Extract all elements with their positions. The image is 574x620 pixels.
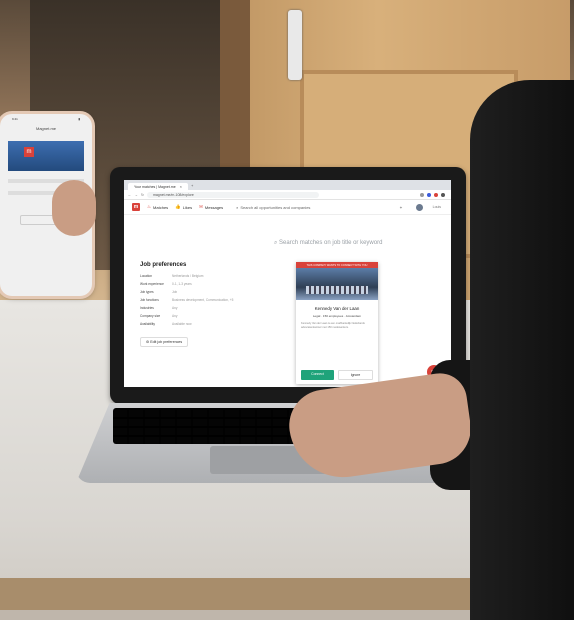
extension-icons: [420, 192, 445, 197]
laptop-screen: Your matches | Magnet.me × + ← → ↻ magne…: [124, 180, 451, 387]
tab-title: Your matches | Magnet.me: [134, 185, 176, 189]
pref-label: Job functions: [140, 298, 159, 302]
pref-value: Job: [172, 290, 178, 294]
edit-preferences-label: Edit job preferences: [150, 340, 183, 344]
company-description: Kennedy Van der Laan is een onafhankelij…: [301, 322, 365, 329]
nav-messages-label: Messages: [204, 204, 224, 210]
browser-tab-bar: Your matches | Magnet.me × +: [124, 180, 451, 190]
flame-icon: ♨: [147, 204, 152, 209]
nav-matches[interactable]: ♨ Matches: [147, 204, 168, 210]
card-actions: Connect Ignore: [301, 370, 373, 380]
pref-value: Business development, Communication, +5: [172, 298, 234, 302]
browser-toolbar: ← → ↻ magnet.me/m-108/explore: [124, 190, 451, 200]
company-match-card: THIS COMPANY WANTS TO CONNECT WITH YOU K…: [296, 262, 378, 384]
hand-holding-phone: [52, 180, 96, 236]
thumbs-up-icon: 👍: [175, 204, 181, 209]
extension-icon[interactable]: [434, 192, 438, 197]
forward-icon[interactable]: →: [135, 193, 139, 197]
pref-row: Industries Any: [140, 306, 250, 310]
person-silhouette: [470, 80, 574, 620]
avatar[interactable]: [415, 203, 423, 211]
phone-logo-icon: m: [24, 147, 34, 157]
menu-icon[interactable]: [441, 192, 445, 197]
photo-scene: 9:41 ▮ Magnet.me m Your matches | Magnet…: [0, 0, 574, 620]
pref-label: Company size: [140, 314, 161, 318]
bookmark-icon[interactable]: [420, 192, 424, 197]
app-navbar: m ♨ Matches 👍 Likes ✉ Messages ⌕ Search …: [124, 200, 451, 215]
match-search-placeholder: Search matches on job title or keyword: [279, 240, 383, 246]
match-search-input[interactable]: ⌕ Search matches on job title or keyword: [274, 240, 382, 247]
nav-messages[interactable]: ✉ Messages: [199, 204, 223, 210]
job-preferences-panel: Job preferences Location Netherlands / Be…: [140, 262, 250, 348]
pref-value: Any: [172, 314, 178, 318]
pref-row: Company size Any: [140, 314, 250, 318]
pref-label: Industries: [140, 306, 154, 310]
envelope-icon: ✉: [199, 204, 203, 209]
phone-company-banner: m: [8, 141, 84, 171]
pref-label: Availability: [140, 322, 156, 326]
extension-icon[interactable]: [427, 192, 431, 197]
connect-button[interactable]: Connect: [301, 370, 334, 380]
company-name: Kennedy Van der Laan: [314, 306, 360, 311]
pref-value: 0-1, 1-3 years: [172, 282, 192, 286]
pref-label: Location: [140, 274, 153, 278]
nav-likes[interactable]: 👍 Likes: [175, 204, 192, 210]
edit-preferences-button[interactable]: ⚙ Edit job preferences: [140, 337, 189, 347]
new-tab-icon[interactable]: +: [191, 183, 193, 188]
pref-row: Work experience 0-1, 1-3 years: [140, 282, 250, 286]
back-icon[interactable]: ←: [128, 193, 132, 197]
pref-value: Any: [172, 306, 178, 310]
notification-icon[interactable]: ✦: [399, 205, 402, 210]
ignore-button[interactable]: Ignore: [338, 370, 373, 380]
job-preferences-title: Job preferences: [140, 262, 187, 268]
search-icon: ⌕: [236, 204, 239, 210]
company-photo: [296, 268, 378, 300]
phone-app-title: Magnet.me: [35, 126, 56, 131]
pref-value: Available now: [172, 322, 192, 326]
door-handle: [288, 10, 302, 80]
pref-row: Availability Available now: [140, 322, 250, 326]
tab-close-icon[interactable]: ×: [180, 184, 182, 189]
battery-icon: ▮: [78, 117, 80, 121]
nav-matches-label: Matches: [153, 204, 169, 210]
browser-tab[interactable]: Your matches | Magnet.me ×: [128, 183, 188, 190]
nav-search-placeholder: Search all opportunities and companies: [240, 204, 311, 210]
reload-icon[interactable]: ↻: [141, 193, 144, 197]
pref-row: Location Netherlands / Belgium: [140, 274, 250, 278]
nav-search[interactable]: ⌕ Search all opportunities and companies: [236, 205, 310, 210]
phone-time: 9:41: [12, 117, 18, 121]
phone-status-bar: 9:41 ▮: [0, 114, 92, 124]
address-bar[interactable]: magnet.me/m-108/explore: [146, 191, 319, 198]
pref-row: Job types Job: [140, 290, 250, 294]
pref-label: Job types: [140, 290, 154, 294]
nav-likes-label: Likes: [182, 204, 193, 210]
pref-label: Work experience: [140, 282, 164, 286]
magnet-logo-icon[interactable]: m: [132, 203, 140, 211]
pref-value: Netherlands / Belgium: [172, 274, 204, 278]
pref-row: Job functions Business development, Commu…: [140, 298, 250, 302]
user-name[interactable]: Louis: [433, 205, 441, 209]
